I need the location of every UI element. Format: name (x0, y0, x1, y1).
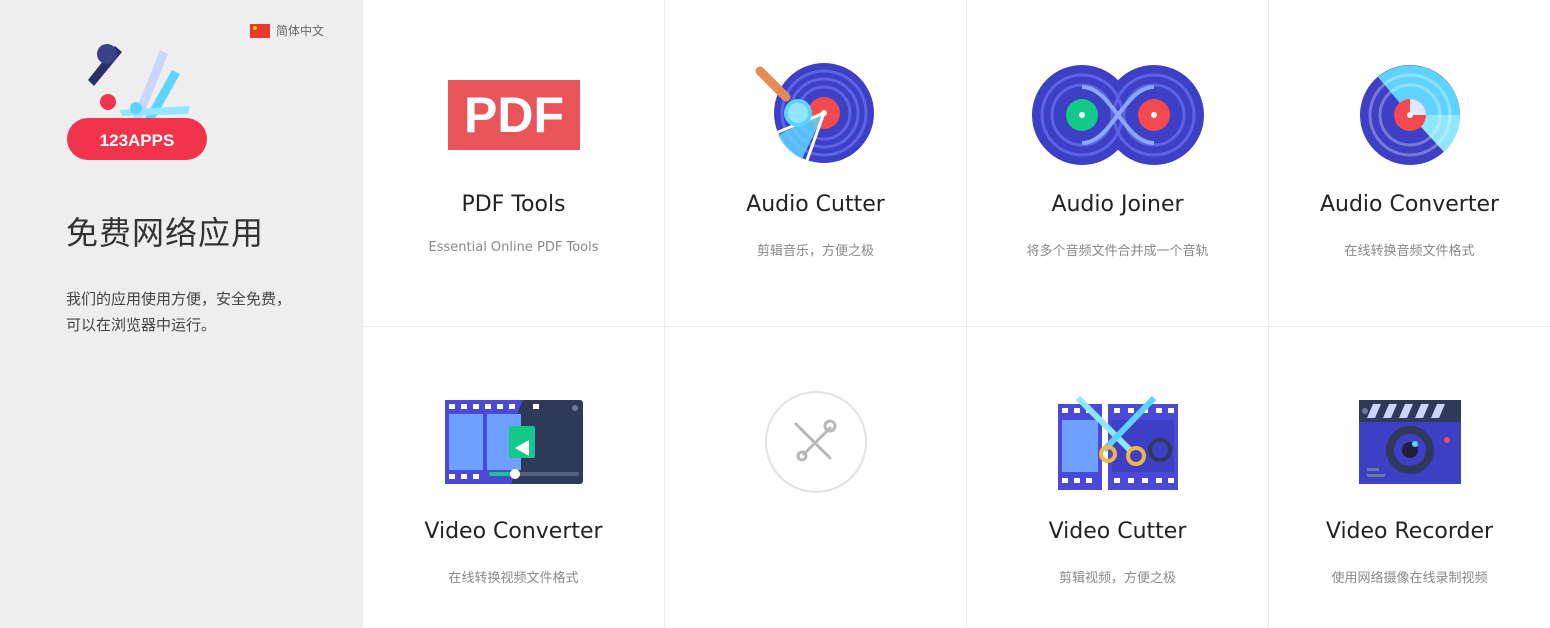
tool-tile-audio-cutter[interactable]: Audio Cutter 剪辑音乐，方便之极 (665, 0, 967, 327)
audio-cutter-icon (755, 63, 874, 164)
language-label: 简体中文 (276, 24, 325, 38)
tool-tile-video-converter[interactable]: Video Converter 在线转换视频文件格式 (363, 327, 665, 628)
tool-subtitle: 在线转换音频文件格式 (1344, 244, 1475, 259)
tool-tile-more-tools[interactable] (665, 327, 967, 628)
tool-tile-audio-converter[interactable]: Audio Converter 在线转换音频文件格式 (1269, 0, 1550, 327)
tool-subtitle: 剪辑视频，方便之极 (1058, 571, 1176, 586)
description-line-2: 可以在浏览器中运行。 (66, 316, 217, 334)
description-line-1: 我们的应用使用方便，安全免费， (66, 290, 292, 308)
tools-icon (764, 391, 867, 493)
tool-name: Audio Converter (1319, 192, 1500, 217)
page-description: 我们的应用使用方便，安全免费， 可以在浏览器中运行。 (66, 286, 326, 338)
tool-tile-audio-joiner[interactable]: Audio Joiner 将多个音频文件合并成一个音轨 (967, 0, 1269, 327)
tool-subtitle: Essential Online PDF Tools (428, 240, 599, 255)
audio-converter-icon (1359, 65, 1460, 165)
video-converter-icon (444, 400, 583, 484)
tools-grid: PDF PDF Tools Essential Online PDF Tools… (363, 0, 1550, 628)
video-recorder-icon (1358, 400, 1461, 484)
app-logo[interactable]: 123APPS (60, 40, 210, 162)
china-flag-icon (250, 23, 270, 38)
pdf-icon: PDF (447, 80, 580, 150)
tool-subtitle: 剪辑音乐，方便之极 (756, 244, 874, 259)
tool-tile-pdf-tools[interactable]: PDF PDF Tools Essential Online PDF Tools (363, 0, 665, 327)
tool-name: PDF Tools (461, 192, 566, 217)
audio-joiner-icon (1031, 65, 1204, 165)
language-selector[interactable]: 简体中文 (250, 22, 324, 39)
sidebar: 简体中文 123APPS 免费网络应用 我们的应用使用方便，安全免费， 可以在浏… (0, 0, 363, 628)
pdf-icon-text: PDF (464, 87, 564, 143)
tool-name: Audio Joiner (1051, 192, 1184, 217)
tool-subtitle: 将多个音频文件合并成一个音轨 (1026, 244, 1209, 259)
tool-subtitle: 在线转换视频文件格式 (448, 571, 579, 586)
tool-name: Video Recorder (1325, 519, 1494, 544)
tool-name: Video Cutter (1048, 519, 1187, 544)
tool-name: Audio Cutter (746, 192, 885, 217)
tool-name: Video Converter (424, 519, 603, 544)
tool-tile-video-recorder[interactable]: Video Recorder 使用网络摄像在线录制视频 (1269, 327, 1550, 628)
tool-tile-video-cutter[interactable]: Video Cutter 剪辑视频，方便之极 (967, 327, 1269, 628)
page-title: 免费网络应用 (66, 214, 265, 252)
tool-subtitle: 使用网络摄像在线录制视频 (1331, 571, 1488, 586)
logo-text: 123APPS (100, 131, 175, 150)
video-cutter-icon (1057, 395, 1178, 490)
